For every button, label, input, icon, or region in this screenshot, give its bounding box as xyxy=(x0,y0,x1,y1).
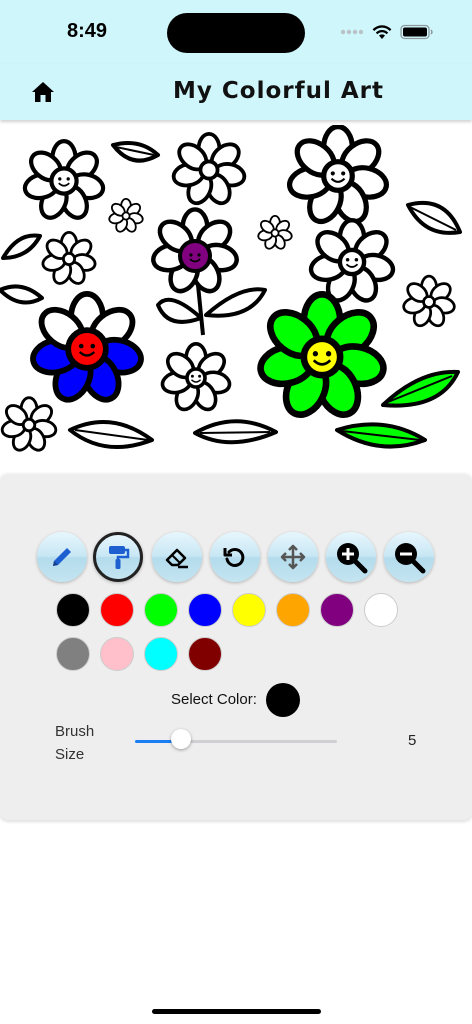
dynamic-island xyxy=(167,13,305,53)
color-swatch[interactable] xyxy=(100,593,134,627)
pencil-icon xyxy=(53,548,71,566)
zoom-in-button[interactable] xyxy=(326,532,376,582)
color-swatch[interactable] xyxy=(276,593,310,627)
app-header: My Colorful Art xyxy=(0,64,472,120)
eraser-icon xyxy=(165,548,188,569)
slider-thumb[interactable] xyxy=(171,729,192,749)
color-swatch[interactable] xyxy=(100,637,134,671)
zoom-out-button[interactable] xyxy=(384,532,434,582)
status-time: 8:49 xyxy=(67,20,108,42)
home-icon xyxy=(32,82,54,102)
move-icon xyxy=(280,544,306,570)
fill-button[interactable] xyxy=(93,532,143,582)
status-bar: 8:49 xyxy=(0,0,472,64)
select-color-label: Select Color: xyxy=(171,691,257,708)
zoom-in-icon xyxy=(337,543,368,574)
color-swatch[interactable] xyxy=(144,593,178,627)
status-icons xyxy=(340,22,434,42)
signal-icon xyxy=(340,29,364,35)
home-indicator xyxy=(152,1009,321,1014)
flower-artwork[interactable] xyxy=(0,125,472,460)
color-swatch[interactable] xyxy=(144,637,178,671)
paint-roller-icon xyxy=(109,546,130,569)
color-swatch[interactable] xyxy=(56,593,90,627)
brush-size-value: 5 xyxy=(408,732,417,749)
wifi-icon xyxy=(372,25,392,39)
eraser-button[interactable] xyxy=(152,532,202,582)
color-swatch[interactable] xyxy=(188,637,222,671)
color-swatch[interactable] xyxy=(56,637,90,671)
selected-color-swatch[interactable] xyxy=(266,683,300,717)
color-swatch[interactable] xyxy=(364,593,398,627)
move-button[interactable] xyxy=(268,532,318,582)
coloring-canvas[interactable] xyxy=(0,125,472,460)
color-swatch[interactable] xyxy=(320,593,354,627)
tool-panel: Select Color: Brush Size 5 xyxy=(0,474,472,820)
zoom-out-icon xyxy=(395,543,426,574)
brush-size-slider[interactable] xyxy=(135,740,337,743)
brush-size-label: Brush Size xyxy=(55,723,95,763)
color-swatch[interactable] xyxy=(232,593,266,627)
undo-icon xyxy=(223,547,245,567)
home-button[interactable] xyxy=(30,80,58,106)
pencil-button[interactable] xyxy=(37,532,87,582)
undo-button[interactable] xyxy=(210,532,260,582)
battery-icon xyxy=(400,24,433,40)
page-title: My Colorful Art xyxy=(173,78,385,104)
color-swatch[interactable] xyxy=(188,593,222,627)
